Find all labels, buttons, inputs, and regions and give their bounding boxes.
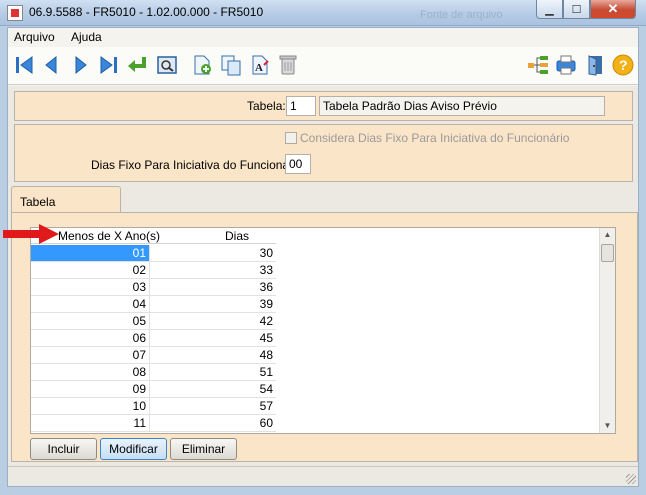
cell-anos[interactable]: 08: [31, 364, 150, 380]
cell-dias-aviso[interactable]: 36: [151, 279, 276, 295]
considera-dias-label: Considera Dias Fixo Para Iniciativa do F…: [300, 131, 570, 145]
table-row[interactable]: 01 30: [31, 245, 276, 262]
cell-anos[interactable]: 11: [31, 415, 150, 431]
search-icon[interactable]: [155, 53, 179, 77]
tab-tabela[interactable]: Tabela: [11, 186, 121, 214]
scroll-thumb[interactable]: [601, 244, 614, 262]
dias-fixo-field[interactable]: 00: [285, 154, 311, 174]
cell-dias-aviso[interactable]: 39: [151, 296, 276, 312]
tabela-panel: Tabela: 1 Tabela Padrão Dias Aviso Prévi…: [14, 91, 633, 121]
cell-anos[interactable]: 05: [31, 313, 150, 329]
resize-grip[interactable]: [626, 474, 636, 484]
cell-dias-aviso[interactable]: 54: [151, 381, 276, 397]
column-header-anos[interactable]: Menos de X Ano(s): [58, 229, 160, 243]
menu-ajuda[interactable]: Ajuda: [71, 30, 102, 44]
table-row[interactable]: 06 45: [31, 330, 276, 347]
cell-dias-aviso[interactable]: 57: [151, 398, 276, 414]
toolbar: A ?: [8, 47, 638, 85]
grid-header: Menos de X Ano(s) Dias Aviso: [31, 228, 276, 257]
maximize-button[interactable]: ☐: [563, 0, 590, 19]
cell-anos[interactable]: 03: [31, 279, 150, 295]
delete-icon[interactable]: [276, 53, 300, 77]
modificar-button[interactable]: Modificar: [100, 438, 167, 460]
first-record-icon[interactable]: [12, 53, 36, 77]
cell-anos[interactable]: 01: [31, 245, 150, 261]
previous-record-icon[interactable]: [39, 53, 63, 77]
table-row[interactable]: 09 54: [31, 381, 276, 398]
status-bar: [8, 466, 638, 486]
table-row[interactable]: 04 39: [31, 296, 276, 313]
table-row[interactable]: 08 51: [31, 364, 276, 381]
data-grid: Menos de X Ano(s) Dias Aviso 01300233033…: [30, 227, 616, 434]
scroll-down-arrow[interactable]: ▼: [600, 419, 615, 433]
eliminar-button[interactable]: Eliminar: [170, 438, 237, 460]
tabela-label: Tabela:: [247, 99, 286, 113]
options-panel: Considera Dias Fixo Para Iniciativa do F…: [14, 124, 633, 182]
incluir-button[interactable]: Incluir: [30, 438, 97, 460]
cell-dias-aviso[interactable]: 33: [151, 262, 276, 278]
minimize-button[interactable]: ▁: [536, 0, 563, 19]
red-arrow-annotation: [3, 224, 59, 244]
print-icon[interactable]: [554, 53, 578, 77]
cell-dias-aviso[interactable]: 48: [151, 347, 276, 363]
tabela-code-field[interactable]: 1: [286, 96, 316, 116]
table-row[interactable]: 10 57: [31, 398, 276, 415]
svg-text:?: ?: [619, 57, 628, 73]
cell-dias-aviso[interactable]: 45: [151, 330, 276, 346]
cell-anos[interactable]: 07: [31, 347, 150, 363]
tab-tabela-label: Tabela: [20, 195, 56, 209]
window-title: 06.9.5588 - FR5010 - 1.02.00.000 - FR501…: [29, 5, 264, 19]
menu-arquivo[interactable]: Arquivo: [14, 30, 55, 44]
copy-record-icon[interactable]: [219, 53, 243, 77]
table-row[interactable]: 03 36: [31, 279, 276, 296]
cell-dias-aviso[interactable]: 60: [151, 415, 276, 431]
edit-text-icon[interactable]: A: [248, 53, 272, 77]
cell-dias-aviso[interactable]: 51: [151, 364, 276, 380]
close-button[interactable]: ✕: [590, 0, 636, 19]
return-icon[interactable]: [125, 53, 149, 77]
dias-fixo-label: Dias Fixo Para Iniciativa do Funcionário…: [91, 158, 306, 172]
cell-anos[interactable]: 02: [31, 262, 150, 278]
background-window-text: Fonte de arquivo: [420, 9, 503, 21]
cell-anos[interactable]: 09: [31, 381, 150, 397]
menu-bar: Arquivo Ajuda: [8, 28, 638, 47]
table-row[interactable]: 11 60: [31, 415, 276, 432]
table-row[interactable]: 05 42: [31, 313, 276, 330]
application-window: Arquivo Ajuda A ? Tabela: 1 Tabela Padrã…: [7, 27, 639, 487]
considera-dias-checkbox[interactable]: [285, 132, 297, 144]
cell-anos[interactable]: 04: [31, 296, 150, 312]
last-record-icon[interactable]: [97, 53, 121, 77]
table-row[interactable]: 02 33: [31, 262, 276, 279]
svg-text:A: A: [255, 62, 263, 74]
app-icon: [7, 5, 23, 21]
tab-body: Menos de X Ano(s) Dias Aviso 01300233033…: [11, 212, 638, 462]
title-bar: 06.9.5588 - FR5010 - 1.02.00.000 - FR501…: [0, 0, 646, 26]
cell-dias-aviso[interactable]: 30: [151, 245, 276, 261]
help-icon[interactable]: ?: [611, 53, 635, 77]
table-row[interactable]: 07 48: [31, 347, 276, 364]
next-record-icon[interactable]: [69, 53, 93, 77]
new-record-icon[interactable]: [190, 53, 214, 77]
grid-vertical-scrollbar[interactable]: ▲ ▼: [599, 228, 615, 433]
scroll-up-arrow[interactable]: ▲: [600, 228, 615, 242]
tabela-description-field: Tabela Padrão Dias Aviso Prévio: [319, 96, 605, 116]
cell-anos[interactable]: 10: [31, 398, 150, 414]
exit-door-icon[interactable]: [583, 53, 607, 77]
cell-anos[interactable]: 06: [31, 330, 150, 346]
content-area: Tabela: 1 Tabela Padrão Dias Aviso Prévi…: [8, 86, 638, 486]
structure-icon[interactable]: [526, 53, 550, 77]
cell-dias-aviso[interactable]: 42: [151, 313, 276, 329]
